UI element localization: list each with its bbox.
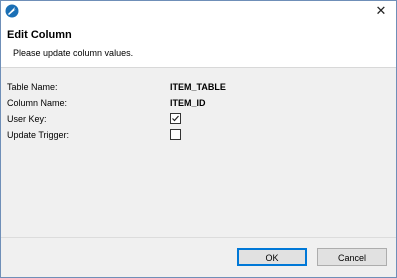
cancel-button[interactable]: Cancel <box>317 248 387 266</box>
dialog-header: Edit Column Please update column values. <box>1 21 396 68</box>
edit-column-dialog: ✕ Edit Column Please update column value… <box>0 0 397 278</box>
update-trigger-checkbox[interactable] <box>170 129 181 140</box>
dialog-title: Edit Column <box>7 29 72 41</box>
title-bar: ✕ <box>1 1 396 21</box>
dialog-message: Please update column values. <box>13 48 134 58</box>
app-logo-icon <box>5 4 19 18</box>
checkmark-icon <box>172 115 179 122</box>
table-name-label: Table Name: <box>7 82 58 92</box>
user-key-checkbox[interactable] <box>170 113 181 124</box>
update-trigger-label: Update Trigger: <box>7 130 70 140</box>
column-name-value: ITEM_ID <box>170 98 206 108</box>
footer-divider <box>1 237 396 238</box>
close-button[interactable]: ✕ <box>366 1 396 21</box>
column-name-label: Column Name: <box>7 98 68 108</box>
user-key-label: User Key: <box>7 114 47 124</box>
ok-button[interactable]: OK <box>237 248 307 266</box>
close-icon: ✕ <box>375 3 387 18</box>
table-name-value: ITEM_TABLE <box>170 82 226 92</box>
